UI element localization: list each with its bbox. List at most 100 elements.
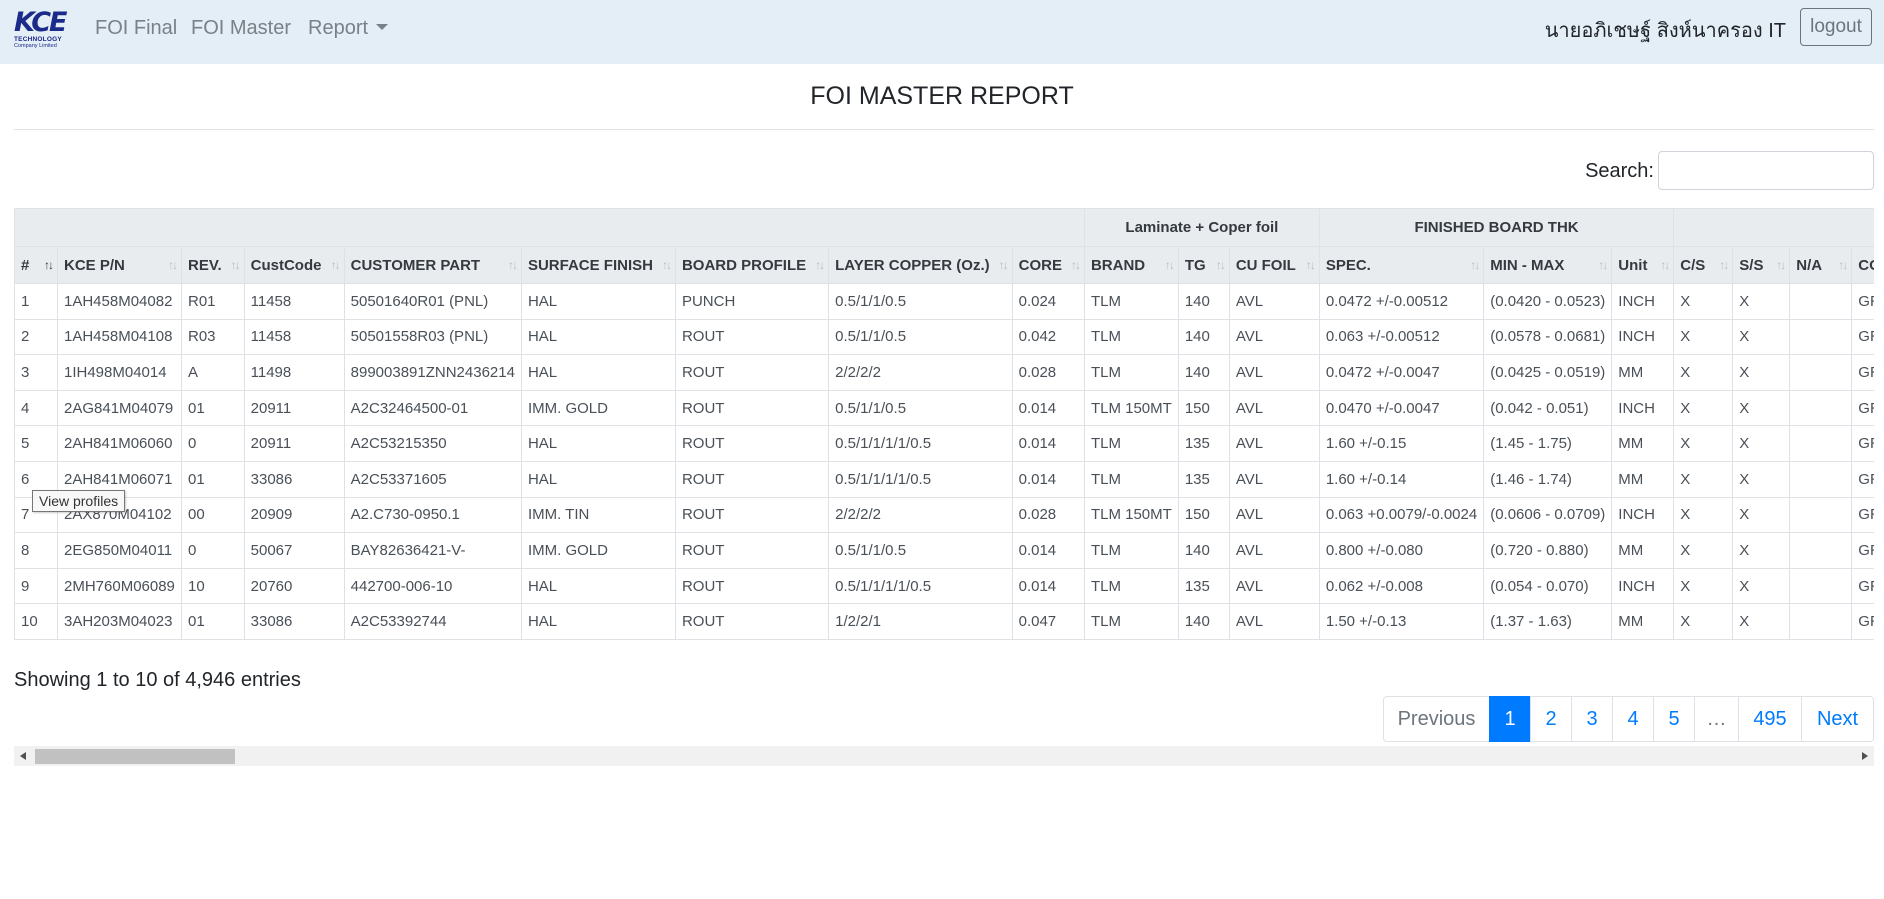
sort-icon[interactable]: ↑↓ bbox=[1071, 258, 1081, 272]
table-cell: 8 bbox=[14, 532, 58, 569]
sort-icon[interactable]: ↑↓ bbox=[1598, 258, 1608, 272]
sort-icon[interactable]: ↑↓ bbox=[815, 258, 825, 272]
table-row[interactable]: 6 2AH841M06071 01 33086 A2C53371605 HAL ROUT 0.… bbox=[14, 460, 1874, 498]
table-row[interactable]: 2 1AH458M04108 R03 11458 50501558R03 (PNL) HA… bbox=[14, 318, 1874, 356]
table-cell: X bbox=[1732, 425, 1791, 462]
table-cell[interactable]: 1AH458M04108 bbox=[57, 318, 182, 356]
scrollbar-thumb[interactable] bbox=[35, 749, 235, 764]
table-cell[interactable]: 1IH498M04014 bbox=[57, 354, 182, 391]
column-header[interactable]: # ↑↓ bbox=[14, 246, 58, 284]
navbar: KCE TECHNOLOGY Company Limited FOI Final… bbox=[0, 0, 1884, 64]
column-header-label: BOARD PROFILE bbox=[681, 256, 807, 274]
table-cell: 0.014 bbox=[1011, 532, 1085, 569]
column-header[interactable]: SPEC. ↑↓ bbox=[1318, 246, 1485, 284]
nav-foi-master[interactable]: FOI Master bbox=[191, 16, 291, 40]
column-header[interactable]: CORE ↑↓ bbox=[1011, 246, 1085, 284]
column-header[interactable]: N/A ↑↓ bbox=[1789, 246, 1853, 284]
table-row[interactable]: 8 2EG850M04011 0 50067 BAY82636421-V- IMM. GO… bbox=[14, 532, 1874, 569]
table-row[interactable]: 1 1AH458M04082 R01 11458 50501640R01 (PNL) HA… bbox=[14, 283, 1874, 320]
scroll-left-icon[interactable] bbox=[20, 752, 26, 760]
page-button[interactable]: 5 bbox=[1653, 696, 1695, 742]
sort-icon[interactable]: ↑↓ bbox=[1776, 258, 1786, 272]
table-cell: AVL bbox=[1228, 318, 1320, 356]
table-cell: 135 bbox=[1177, 425, 1230, 462]
column-header[interactable]: BRAND ↑↓ bbox=[1083, 246, 1179, 284]
divider bbox=[14, 129, 1874, 130]
sort-icon[interactable]: ↑↓ bbox=[331, 258, 341, 272]
table-cell: 140 bbox=[1177, 354, 1230, 391]
sort-icon[interactable]: ↑↓ bbox=[662, 258, 672, 272]
page-button[interactable]: 2 bbox=[1530, 696, 1572, 742]
nav-report-dropdown[interactable]: Report bbox=[308, 16, 389, 40]
column-header[interactable]: CustCode ↑↓ bbox=[243, 246, 345, 284]
table-cell: AVL bbox=[1228, 496, 1320, 534]
table-cell: HAL bbox=[520, 425, 676, 462]
horizontal-scrollbar[interactable] bbox=[14, 746, 1874, 766]
table-cell: (0.054 - 0.070) bbox=[1483, 567, 1613, 605]
table-cell: 10 bbox=[14, 603, 58, 640]
sort-icon[interactable]: ↑↓ bbox=[1838, 258, 1848, 272]
table-cell: 1.60 +/-0.15 bbox=[1318, 425, 1485, 462]
column-header[interactable]: SURFACE FINISH ↑↓ bbox=[520, 246, 676, 284]
table-cell[interactable]: 1AH458M04082 bbox=[57, 283, 182, 320]
column-header[interactable]: COLOR↑↓ bbox=[1851, 246, 1874, 284]
column-header[interactable]: CU FOIL ↑↓ bbox=[1228, 246, 1320, 284]
table-cell: 0.063 +/-0.00512 bbox=[1318, 318, 1485, 356]
sort-icon[interactable]: ↑↓ bbox=[1719, 258, 1729, 272]
table-cell[interactable]: 2AG841M04079 bbox=[57, 389, 182, 427]
table-cell[interactable]: 2AH841M06060 bbox=[57, 425, 182, 462]
sort-icon[interactable]: ↑↓ bbox=[508, 258, 518, 272]
sort-icon[interactable]: ↑↓ bbox=[999, 258, 1009, 272]
kce-logo[interactable]: KCE TECHNOLOGY Company Limited bbox=[14, 9, 67, 49]
table-cell: 0 bbox=[181, 425, 245, 462]
logout-button[interactable]: logout bbox=[1800, 8, 1872, 46]
previous-page-button[interactable]: Previous bbox=[1383, 696, 1490, 742]
table-cell: X bbox=[1673, 603, 1734, 640]
column-header[interactable]: MIN - MAX ↑↓ bbox=[1483, 246, 1613, 284]
next-page-button[interactable]: Next bbox=[1801, 696, 1874, 742]
column-header[interactable]: KCE P/N ↑↓ bbox=[57, 246, 182, 284]
sort-icon[interactable]: ↑↓ bbox=[1470, 258, 1480, 272]
page-button[interactable]: 4 bbox=[1612, 696, 1654, 742]
table-body: 1 1AH458M04082 R01 11458 50501640R01 (PNL) HA… bbox=[14, 283, 1874, 640]
sort-icon[interactable]: ↑↓ bbox=[1216, 258, 1226, 272]
column-header[interactable]: TG ↑↓ bbox=[1177, 246, 1230, 284]
page-button[interactable]: 1 bbox=[1489, 696, 1531, 742]
sort-icon[interactable]: ↑↓ bbox=[44, 258, 54, 272]
sort-icon[interactable]: ↑↓ bbox=[168, 258, 178, 272]
sort-icon[interactable]: ↑↓ bbox=[1306, 258, 1316, 272]
table-cell: 1 bbox=[14, 283, 58, 320]
group-header-blank bbox=[14, 208, 1085, 247]
column-header-label: CORE bbox=[1018, 256, 1062, 274]
column-header[interactable]: CUSTOMER PART ↑↓ bbox=[343, 246, 522, 284]
table-cell[interactable]: 2MH760M06089 bbox=[57, 567, 182, 605]
table-row[interactable]: 3 1IH498M04014 A 11498 899003891ZNN2436214 HA… bbox=[14, 354, 1874, 391]
sort-icon[interactable]: ↑↓ bbox=[231, 258, 241, 272]
table-row[interactable]: 10 3AH203M04023 01 33086 A2C53392744 HAL ROUT 1… bbox=[14, 603, 1874, 640]
table-row[interactable]: 4 2AG841M04079 01 20911 A2C32464500-01 IMM. G… bbox=[14, 389, 1874, 427]
table-row[interactable]: 7 2AX870M04102 00 20909 A2.C730-0950.1 IMM. T… bbox=[14, 496, 1874, 534]
nav-foi-final[interactable]: FOI Final bbox=[95, 16, 177, 40]
table-cell[interactable]: 3AH203M04023 bbox=[57, 603, 182, 640]
column-header[interactable]: S/S ↑↓ bbox=[1732, 246, 1791, 284]
table-row[interactable]: 5 2AH841M06060 0 20911 A2C53215350 HAL ROUT 0.5… bbox=[14, 425, 1874, 462]
scroll-right-icon[interactable] bbox=[1862, 752, 1868, 760]
table-row[interactable]: 9 2MH760M06089 10 20760 442700-006-10 HAL ROUT… bbox=[14, 567, 1874, 605]
page-button[interactable]: 3 bbox=[1571, 696, 1613, 742]
page-button[interactable]: 495 bbox=[1738, 696, 1802, 742]
table-cell: 150 bbox=[1177, 389, 1230, 427]
table-cell: ROUT bbox=[674, 389, 830, 427]
sort-icon[interactable]: ↑↓ bbox=[1660, 258, 1670, 272]
table-cell: 0.042 bbox=[1011, 318, 1085, 356]
search-input[interactable] bbox=[1658, 151, 1874, 190]
table-cell: 33086 bbox=[243, 603, 345, 640]
column-header[interactable]: Unit ↑↓ bbox=[1611, 246, 1675, 284]
table-cell[interactable]: 2EG850M04011 bbox=[57, 532, 182, 569]
column-header[interactable]: BOARD PROFILE ↑↓ bbox=[674, 246, 830, 284]
table-cell: GREEN bbox=[1851, 425, 1874, 462]
table-cell: 0.062 +/-0.008 bbox=[1318, 567, 1485, 605]
column-header[interactable]: REV. ↑↓ bbox=[181, 246, 245, 284]
column-header[interactable]: LAYER COPPER (Oz.) ↑↓ bbox=[828, 246, 1013, 284]
column-header[interactable]: C/S ↑↓ bbox=[1673, 246, 1734, 284]
sort-icon[interactable]: ↑↓ bbox=[1165, 258, 1175, 272]
